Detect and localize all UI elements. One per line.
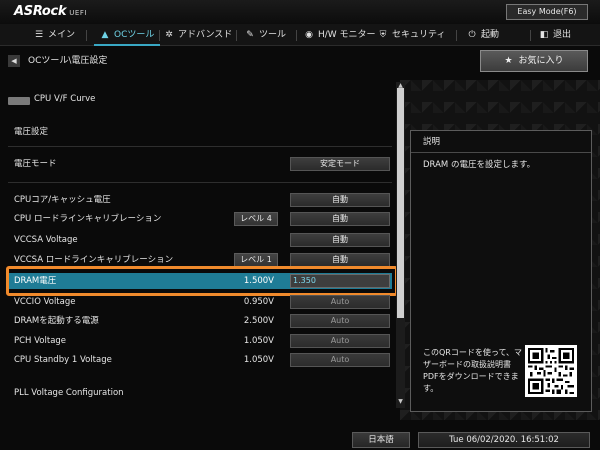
vccio-voltage-current: 0.950V [243,297,274,307]
highlight-box [6,266,398,296]
qr-description: このQRコードを使って、マザーボードの取扱説明書PDFをダウンロードできます。 [423,348,523,393]
vccsa-llc-label: VCCSA ロードラインキャリブレーション [14,255,174,265]
vccsa-llc-level[interactable]: レベル 1 [234,253,278,267]
cpu-vf-curve-link[interactable]: CPU V/F Curve [34,93,95,105]
vccsa-voltage-select[interactable]: 自動 [290,233,390,247]
description-panel: 説明 DRAM の電圧を設定します。 このQRコードを使って、マザーボードの取扱… [410,130,592,412]
power-icon: ⏻ [468,30,476,40]
datetime-display: Tue 06/02/2020. 16:51:02 [418,432,590,448]
menu-exit[interactable]: ◧ 退出 [539,24,571,46]
language-button[interactable]: 日本語 [352,432,410,448]
menu-boot-label: 起動 [481,30,500,40]
menu-divider [530,30,531,41]
dram-boot-voltage-label: DRAMを起動する電源 [14,316,99,326]
cpu-llc-label: CPU ロードラインキャリブレーション [14,214,162,224]
cpu-standby-voltage-select[interactable]: Auto [290,353,390,367]
vccsa-llc-select[interactable]: 自動 [290,253,390,267]
dram-boot-voltage-current: 2.500V [243,316,274,326]
menu-exit-label: 退出 [553,30,572,40]
menu-security-label: セキュリティ [392,30,446,40]
pll-voltage-config-label: PLL Voltage Configuration [14,388,124,398]
favorite-button[interactable]: ★ お気に入り [480,50,588,72]
pch-voltage-current: 1.050V [243,336,274,346]
menu-boot[interactable]: ⏻ 起動 [467,24,499,46]
menu-divider [456,30,457,41]
folder-icon [8,97,30,105]
exit-icon: ◧ [539,30,549,40]
description-title: 説明 [411,131,591,153]
voltage-mode-select[interactable]: 安定モード [290,157,390,171]
description-text: DRAM の電圧を設定します。 [423,160,536,170]
favorite-label: お気に入り [518,56,564,66]
cpu-core-cache-voltage-label: CPUコア/キャッシュ電圧 [14,195,111,205]
star-icon: ★ [504,56,513,66]
pch-voltage-select[interactable]: Auto [290,334,390,348]
voltage-mode-label: 電圧モード [14,159,57,169]
section-divider [8,182,392,183]
cpu-standby-voltage-current: 1.050V [243,355,274,365]
pch-voltage-label: PCH Voltage [14,336,67,346]
vccsa-voltage-label: VCCSA Voltage [14,235,78,245]
cpu-llc-level[interactable]: レベル 4 [234,212,278,226]
cpu-llc-select[interactable]: 自動 [290,212,390,226]
easy-mode-button[interactable]: Easy Mode(F6) [506,4,588,20]
scroll-down-icon[interactable]: ▼ [396,398,405,406]
section-voltage-title: 電圧設定 [14,127,49,137]
vccio-voltage-label: VCCIO Voltage [14,297,76,307]
dram-boot-voltage-select[interactable]: Auto [290,314,390,328]
settings-list: CPU V/F Curve 電圧設定 電圧モード 安定モード CPUコア/キャッ… [0,0,400,410]
vccio-voltage-select[interactable]: Auto [290,295,390,309]
qr-code-icon [525,345,577,397]
section-divider [8,146,392,147]
cpu-standby-voltage-label: CPU Standby 1 Voltage [14,355,112,365]
scrollbar-thumb[interactable] [397,88,404,318]
cpu-core-cache-voltage-select[interactable]: 自動 [290,193,390,207]
